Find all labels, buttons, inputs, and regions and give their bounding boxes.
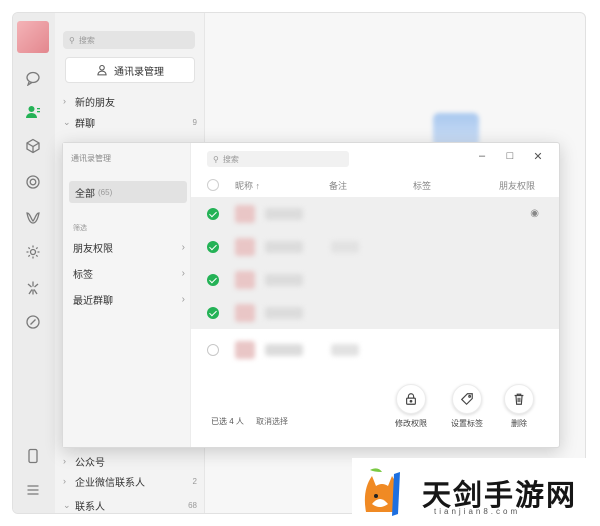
channels-icon[interactable]	[24, 209, 42, 227]
chevron-right-icon: ›	[181, 241, 185, 253]
blurred-avatar	[235, 204, 255, 223]
delete-button[interactable]: 删除	[497, 384, 541, 429]
blurred-name	[265, 306, 303, 319]
fox-logo-icon	[364, 468, 400, 516]
dialog-title: 通讯录管理	[71, 154, 111, 163]
blurred-tag	[331, 240, 359, 253]
chevron-right-icon: ›	[181, 267, 185, 279]
watermark-url: tianjian8.com	[434, 507, 521, 516]
col-permission: 朋友权限	[499, 180, 536, 191]
avatar[interactable]	[17, 21, 49, 53]
chevron-right-icon: ›	[63, 476, 66, 486]
contacts-row-wework[interactable]: › 企业微信联系人 2	[63, 473, 197, 489]
cancel-selection-link[interactable]: 取消选择	[256, 416, 288, 427]
trash-icon	[504, 384, 534, 414]
contacts-row-new-friends[interactable]: › 新的朋友	[63, 93, 197, 109]
col-tag: 标签	[413, 180, 432, 191]
chevron-right-icon: ›	[181, 293, 185, 305]
chevron-right-icon: ›	[63, 96, 66, 106]
blurred-name	[265, 240, 303, 253]
miniprogram-icon[interactable]	[24, 313, 42, 331]
minimize-icon[interactable]: –	[473, 147, 491, 165]
table-row[interactable]	[191, 296, 559, 329]
dialog-main: ⚲ 搜索 – □ ✕ 昵称 ↑ 备注 标签 朋友权限 ◉ 已选 4 人 取消选择…	[191, 143, 559, 447]
row-checkbox[interactable]	[207, 273, 219, 286]
blurred-name	[265, 207, 303, 220]
lock-icon	[396, 384, 426, 414]
filter-recent-groups[interactable]: 最近群聊 ›	[73, 291, 185, 307]
filter-permission[interactable]: 朋友权限 ›	[73, 239, 185, 255]
contact-manage-icon	[97, 64, 107, 76]
chevron-down-icon: ⌄	[63, 116, 71, 127]
contacts-manager-dialog: 通讯录管理 全部 (65) 筛选 朋友权限 › 标签 › 最近群聊 › ⚲ 搜索…	[62, 142, 560, 448]
col-nickname[interactable]: 昵称 ↑	[235, 179, 260, 192]
filter-group-label: 筛选	[73, 225, 87, 232]
contacts-row-group-chats[interactable]: ⌄ 群聊 9	[63, 114, 197, 130]
filter-all[interactable]: 全部 (65)	[69, 181, 187, 203]
contacts-search-input[interactable]: ⚲ 搜索	[63, 31, 195, 49]
phone-icon[interactable]	[24, 447, 42, 465]
search-icon: ⚲	[69, 35, 75, 45]
selected-count: 已选 4 人	[211, 417, 244, 426]
chevron-down-icon: ⌄	[63, 499, 71, 510]
menu-icon[interactable]	[24, 481, 42, 499]
contacts-row-contacts[interactable]: ⌄ 联系人 68	[63, 497, 197, 513]
row-checkbox[interactable]	[207, 240, 219, 253]
row-checkbox[interactable]	[207, 207, 219, 220]
row-checkbox[interactable]	[207, 306, 219, 319]
table-row[interactable]	[191, 230, 559, 263]
tag-icon	[452, 384, 482, 414]
blurred-avatar	[235, 303, 255, 322]
contacts-manage-button[interactable]: 通讯录管理	[65, 57, 195, 83]
chevron-right-icon: ›	[63, 456, 66, 466]
select-all-checkbox[interactable]	[207, 179, 219, 191]
search-icon: ⚲	[213, 154, 219, 164]
dialog-search-input[interactable]: ⚲ 搜索	[207, 151, 349, 167]
blurred-avatar	[235, 270, 255, 289]
set-tag-button[interactable]: 设置标签	[445, 384, 489, 429]
col-remark: 备注	[329, 180, 348, 191]
contacts-icon[interactable]	[24, 103, 42, 121]
dialog-footer: 已选 4 人 取消选择 修改权限 设置标签 删除	[191, 337, 559, 447]
chat-icon[interactable]	[24, 69, 42, 87]
nav-rail	[13, 13, 55, 513]
blurred-avatar	[235, 237, 255, 256]
table-row[interactable]: ◉	[191, 197, 559, 230]
dialog-sidebar: 通讯录管理 全部 (65) 筛选 朋友权限 › 标签 › 最近群聊 ›	[63, 143, 191, 447]
cube-icon[interactable]	[24, 137, 42, 155]
table-header: 昵称 ↑ 备注 标签 朋友权限	[191, 175, 559, 195]
moments-icon[interactable]	[24, 173, 42, 191]
site-watermark: 天剑手游网 tianjian8.com	[352, 458, 592, 522]
table-row[interactable]	[191, 263, 559, 296]
close-icon[interactable]: ✕	[529, 147, 547, 165]
filter-tag[interactable]: 标签 ›	[73, 265, 185, 281]
permission-eye-icon: ◉	[530, 208, 539, 219]
contacts-row-official-accounts[interactable]: › 公众号	[63, 453, 197, 469]
blurred-name	[265, 273, 303, 286]
sparkle-icon[interactable]	[24, 279, 42, 297]
settings-gear-icon[interactable]	[24, 243, 42, 261]
edit-permission-button[interactable]: 修改权限	[389, 384, 433, 429]
maximize-icon[interactable]: □	[501, 147, 519, 165]
